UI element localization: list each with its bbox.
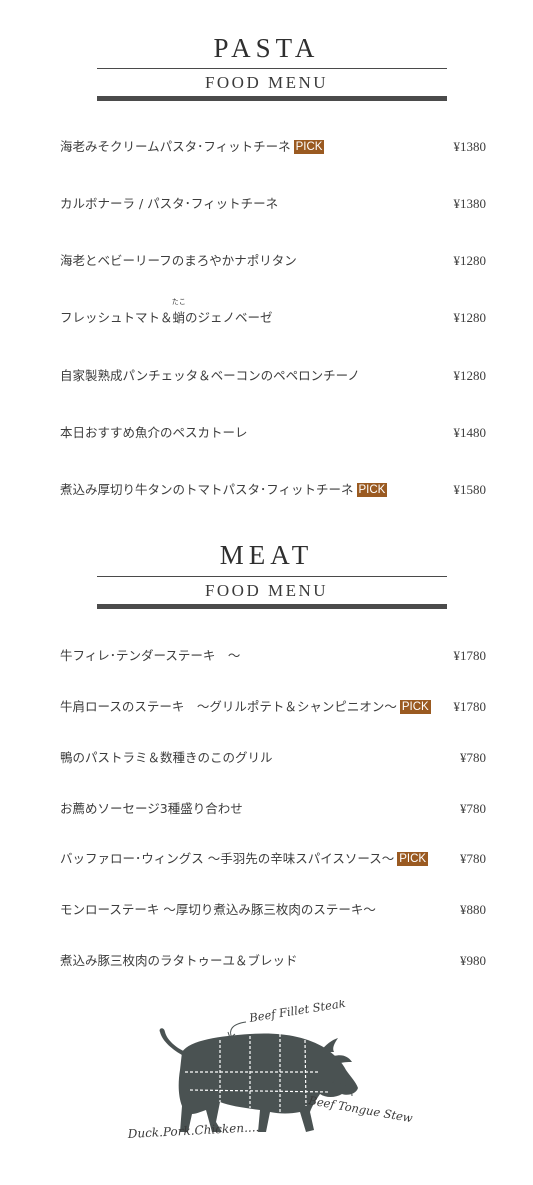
menu-item-price: ¥1580 bbox=[453, 482, 487, 497]
menu-item: 海老とベビーリーフのまろやかナポリタン ¥1280 bbox=[60, 251, 486, 275]
ruby-word: たこ蛸 bbox=[171, 298, 186, 325]
bull-illustration: Beef Fillet Steak Beef Tongue Stew Duck.… bbox=[126, 1000, 413, 1141]
menu-item: 本日おすすめ魚介のペスカトーレ ¥1480 bbox=[60, 423, 486, 447]
menu-item-name: 本日おすすめ魚介のペスカトーレ bbox=[60, 425, 248, 440]
ruby-reading: たこ bbox=[171, 298, 186, 306]
menu-item-price: ¥780 bbox=[460, 851, 486, 866]
pasta-title-rule bbox=[97, 68, 447, 69]
menu-item: 煮込み豚三枚肉のラタトゥーユ＆ブレッド ¥980 bbox=[60, 951, 486, 975]
menu-item: カルボナーラ / パスタ･フィットチーネ ¥1380 bbox=[60, 194, 486, 218]
beef-fillet-label: Beef Fillet Steak bbox=[247, 1000, 346, 1025]
menu-item-price: ¥880 bbox=[460, 902, 486, 917]
menu-item-price: ¥1280 bbox=[453, 253, 487, 268]
meat-title-rule bbox=[97, 576, 447, 577]
menu-item-price: ¥1280 bbox=[453, 368, 487, 383]
meat-title: MEAT bbox=[219, 540, 314, 570]
menu-item-name: バッファロー･ウィングス 〜手羽先の辛味スパイスソース〜 PICK bbox=[60, 851, 429, 866]
duck-pork-chicken-label: Duck.Pork.Chicken.... bbox=[126, 1120, 259, 1141]
menu-item-name: フレッシュトマト＆ たこ 蛸のジェノベーゼ bbox=[60, 298, 273, 328]
menu-item-price: ¥1480 bbox=[453, 425, 487, 440]
menu-item: 牛肩ロースのステーキ 〜グリルポテト＆シャンピニオン〜 PICK ¥1780 bbox=[60, 697, 486, 721]
pasta-title: PASTA bbox=[213, 33, 320, 63]
menu-item-name: 鴨のパストラミ＆数種きのこのグリル bbox=[60, 750, 273, 765]
menu-item-name: カルボナーラ / パスタ･フィットチーネ bbox=[60, 196, 279, 211]
menu-item-name: 牛肩ロースのステーキ 〜グリルポテト＆シャンピニオン〜 PICK bbox=[60, 699, 431, 714]
menu-item-price: ¥1380 bbox=[453, 139, 487, 154]
bull-icon bbox=[159, 1028, 358, 1132]
menu-item-price: ¥980 bbox=[460, 953, 486, 968]
menu-item-price: ¥780 bbox=[460, 750, 486, 765]
menu-item-name: 煮込み豚三枚肉のラタトゥーユ＆ブレッド bbox=[60, 953, 298, 968]
meat-subtitle-rule bbox=[97, 604, 447, 609]
meat-subtitle: FOOD MENU bbox=[204, 581, 329, 600]
menu-item-price: ¥1280 bbox=[453, 310, 487, 325]
menu-item-price: ¥780 bbox=[460, 801, 486, 816]
beef-tongue-label: Beef Tongue Stew bbox=[306, 1093, 413, 1125]
menu-item: バッファロー･ウィングス 〜手羽先の辛味スパイスソース〜 PICK ¥780 bbox=[60, 849, 486, 873]
pick-badge: PICK bbox=[397, 852, 429, 866]
menu-item-name: お薦めソーセージ3種盛り合わせ bbox=[60, 801, 243, 816]
menu-item-price: ¥1780 bbox=[453, 648, 487, 663]
menu-item: モンローステーキ 〜厚切り煮込み豚三枚肉のステーキ〜 ¥880 bbox=[60, 900, 486, 924]
menu-item-name: 煮込み厚切り牛タンのトマトパスタ･フィットチーネ PICK bbox=[60, 482, 388, 497]
pick-badge: PICK bbox=[293, 140, 325, 154]
menu-item: 牛フィレ･テンダーステーキ 〜 ¥1780 bbox=[60, 646, 486, 670]
menu-item-price: ¥1780 bbox=[453, 699, 487, 714]
menu-item: 煮込み厚切り牛タンのトマトパスタ･フィットチーネ PICK ¥1580 bbox=[60, 480, 486, 504]
menu-item-name: 海老みそクリームパスタ･フィットチーネ PICK bbox=[60, 139, 325, 154]
menu-item: 鴨のパストラミ＆数種きのこのグリル ¥780 bbox=[60, 748, 486, 772]
pick-badge: PICK bbox=[399, 700, 431, 714]
pasta-subtitle: FOOD MENU bbox=[204, 73, 329, 92]
menu-item: 自家製熟成パンチェッタ＆ベーコンのペペロンチーノ ¥1280 bbox=[60, 366, 486, 390]
menu-item: フレッシュトマト＆ たこ 蛸のジェノベーゼ ¥1280 bbox=[60, 298, 487, 332]
menu-item: お薦めソーセージ3種盛り合わせ ¥780 bbox=[60, 799, 486, 823]
menu-item-price: ¥1380 bbox=[453, 196, 487, 211]
pick-badge: PICK bbox=[356, 483, 388, 497]
menu-item-name: 自家製熟成パンチェッタ＆ベーコンのペペロンチーノ bbox=[60, 368, 360, 383]
menu-item: 海老みそクリームパスタ･フィットチーネ PICK ¥1380 bbox=[60, 137, 486, 161]
pasta-subtitle-rule bbox=[97, 96, 447, 101]
menu-item-name: 海老とベビーリーフのまろやかナポリタン bbox=[60, 253, 297, 268]
menu-item-name: 牛フィレ･テンダーステーキ 〜 bbox=[60, 648, 241, 663]
menu-item-name: モンローステーキ 〜厚切り煮込み豚三枚肉のステーキ〜 bbox=[60, 902, 376, 917]
